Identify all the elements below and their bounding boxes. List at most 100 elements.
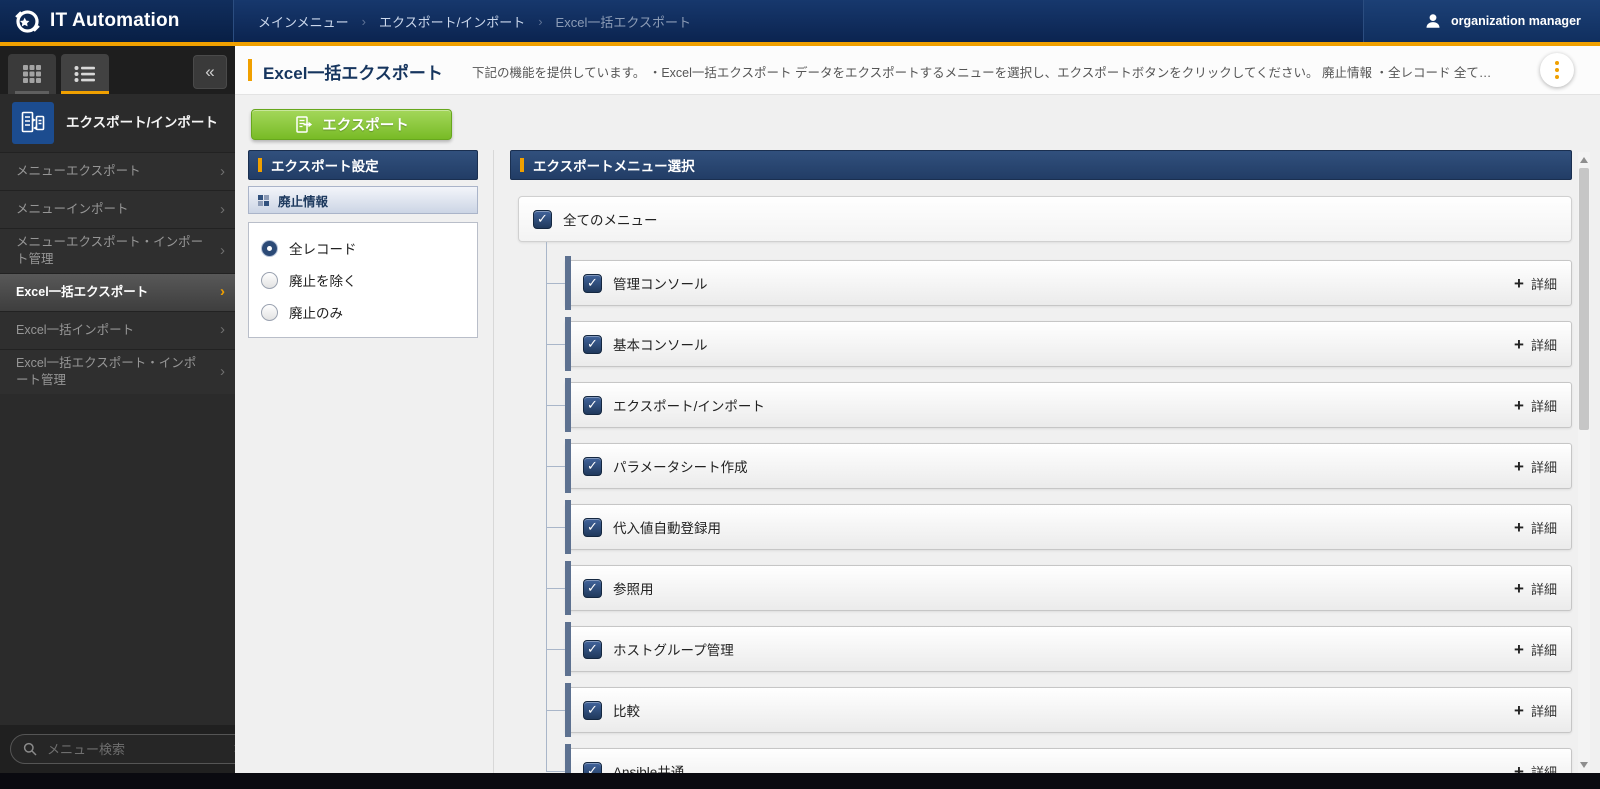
select-all-label: 全てのメニュー: [563, 213, 658, 228]
search-icon: [23, 742, 37, 756]
export-button-label: エクスポート: [322, 118, 409, 134]
plus-icon: +: [1514, 334, 1524, 354]
plus-icon: +: [1514, 639, 1524, 659]
sidebar-nav: メニューエクスポート › メニューインポート › メニューエクスポート・インポー…: [0, 152, 235, 394]
chevron-right-icon: ›: [220, 321, 225, 339]
radio-option-exclude-discarded[interactable]: 廃止を除く: [261, 264, 465, 296]
export-button[interactable]: エクスポート: [251, 109, 452, 140]
sidebar-item-menu-export[interactable]: メニューエクスポート ›: [0, 152, 235, 190]
plus-icon: +: [1514, 517, 1524, 537]
detail-button[interactable]: + 詳細: [1514, 335, 1557, 354]
export-settings-panel: エクスポート設定 廃止情報 全レコード 廃止を除く 廃止のみ: [248, 150, 478, 338]
plus-icon: +: [1514, 395, 1524, 415]
detail-button[interactable]: + 詳細: [1514, 457, 1557, 476]
detail-button[interactable]: + 詳細: [1514, 579, 1557, 598]
chevron-right-icon: ›: [220, 241, 225, 259]
breadcrumb-main-menu[interactable]: メインメニュー: [258, 12, 349, 31]
menu-group-row-compare: ✓ 比較 + 詳細: [546, 683, 1572, 737]
select-all-menus-row: ✓ 全てのメニュー: [518, 196, 1572, 242]
menu-search-input[interactable]: [45, 740, 225, 758]
plus-icon: +: [1514, 456, 1524, 476]
page-description: 下記の機能を提供しています。 ・Excel一括エクスポート データをエクスポート…: [472, 66, 1492, 80]
detail-button[interactable]: + 詳細: [1514, 762, 1557, 774]
radio-option-all-records[interactable]: 全レコード: [261, 232, 465, 264]
group-checkbox[interactable]: ✓: [583, 700, 602, 720]
column-divider: [493, 150, 494, 773]
check-icon: ✓: [587, 580, 598, 596]
export-menu-select-title: エクスポートメニュー選択: [533, 159, 695, 174]
detail-button[interactable]: + 詳細: [1514, 274, 1557, 293]
group-checkbox[interactable]: ✓: [583, 456, 602, 476]
menu-group-row-admin-console: ✓ 管理コンソール + 詳細: [546, 256, 1572, 310]
sidebar-search-panel: ✕: [0, 725, 235, 773]
sidebar-item-menu-export-import-mgmt[interactable]: メニューエクスポート・インポート管理 ›: [0, 228, 235, 273]
radio-option-discarded-only[interactable]: 廃止のみ: [261, 296, 465, 328]
export-menu-select-header: エクスポートメニュー選択: [510, 150, 1572, 180]
more-options-button[interactable]: [1540, 53, 1574, 87]
menu-group-row-substitution-auto-reg: ✓ 代入値自動登録用 + 詳細: [546, 500, 1572, 554]
menu-group-list: ✓ 管理コンソール + 詳細 ✓ 基本コンソール + 詳細 ✓ エクスポート/インポ…: [510, 242, 1572, 774]
vertical-scrollbar: [1578, 152, 1590, 773]
group-checkbox[interactable]: ✓: [583, 273, 602, 293]
discard-info-section-header[interactable]: 廃止情報: [248, 186, 478, 214]
user-icon: [1426, 14, 1440, 28]
select-all-checkbox[interactable]: ✓: [533, 209, 552, 229]
export-menu-select-panel: エクスポートメニュー選択 ✓ 全てのメニュー ✓ 管理コンソール + 詳細 ✓ 基…: [510, 150, 1572, 773]
it-automation-app: IT Automation メインメニュー › エクスポート/インポート › E…: [0, 0, 1600, 789]
check-icon: ✓: [587, 275, 598, 291]
app-logo[interactable]: IT Automation: [0, 0, 234, 42]
check-icon: ✓: [587, 702, 598, 718]
tab-menu-grid[interactable]: [8, 54, 56, 94]
group-checkbox[interactable]: ✓: [583, 334, 602, 354]
app-title: IT Automation: [50, 10, 180, 31]
group-checkbox[interactable]: ✓: [583, 578, 602, 598]
sidebar-group-title: エクスポート/インポート: [66, 114, 218, 130]
group-checkbox[interactable]: ✓: [583, 517, 602, 537]
sidebar-item-excel-bulk-export[interactable]: Excel一括エクスポート ›: [0, 272, 235, 311]
scroll-up-arrow[interactable]: [1580, 157, 1588, 163]
header-accent-bar: [258, 158, 262, 172]
sidebar-collapse-button[interactable]: «: [193, 55, 227, 89]
tree-connector: [546, 242, 547, 771]
sidebar-group-header: エクスポート/インポート: [0, 94, 235, 152]
breadcrumb: メインメニュー › エクスポート/インポート › Excel一括エクスポート: [258, 0, 691, 42]
tab-menu-list[interactable]: [61, 54, 109, 94]
check-icon: ✓: [587, 397, 598, 413]
tab-active-indicator: [61, 91, 109, 94]
detail-button[interactable]: + 詳細: [1514, 396, 1557, 415]
sidebar-item-excel-bulk-export-import-mgmt[interactable]: Excel一括エクスポート・インポート管理 ›: [0, 348, 235, 394]
title-accent-bar: [248, 59, 252, 81]
detail-button[interactable]: + 詳細: [1514, 701, 1557, 720]
detail-button[interactable]: + 詳細: [1514, 518, 1557, 537]
page-title: Excel一括エクスポート: [263, 64, 443, 83]
export-import-icon: [12, 102, 54, 144]
detail-button[interactable]: + 詳細: [1514, 640, 1557, 659]
plus-icon: +: [1514, 273, 1524, 293]
breadcrumb-export-import[interactable]: エクスポート/インポート: [379, 12, 525, 31]
scroll-down-arrow[interactable]: [1580, 762, 1588, 768]
group-checkbox[interactable]: ✓: [583, 761, 602, 774]
check-icon: ✓: [587, 336, 598, 352]
group-checkbox[interactable]: ✓: [583, 639, 602, 659]
radio-unselected[interactable]: [261, 303, 278, 321]
bottom-bar: [0, 773, 1600, 789]
scrollbar-thumb[interactable]: [1579, 168, 1589, 430]
menu-search-box[interactable]: ✕: [10, 734, 235, 764]
chevron-right-icon: ›: [220, 200, 225, 218]
user-name: organization manager: [1451, 14, 1581, 28]
breadcrumb-current-page: Excel一括エクスポート: [555, 14, 691, 30]
tab-indicator: [15, 91, 49, 94]
grid-icon: [23, 65, 41, 83]
discard-info-title: 廃止情報: [278, 194, 329, 209]
radio-unselected[interactable]: [261, 271, 278, 289]
section-grid-icon: [258, 194, 269, 206]
user-menu[interactable]: organization manager: [1363, 0, 1600, 42]
menu-group-row-basic-console: ✓ 基本コンソール + 詳細: [546, 317, 1572, 371]
sidebar-item-excel-bulk-import[interactable]: Excel一括インポート ›: [0, 310, 235, 349]
plus-icon: +: [1514, 578, 1524, 598]
group-checkbox[interactable]: ✓: [583, 395, 602, 415]
radio-selected[interactable]: [261, 239, 278, 257]
check-icon: ✓: [587, 763, 598, 774]
plus-icon: +: [1514, 700, 1524, 720]
sidebar-item-menu-import[interactable]: メニューインポート ›: [0, 190, 235, 228]
